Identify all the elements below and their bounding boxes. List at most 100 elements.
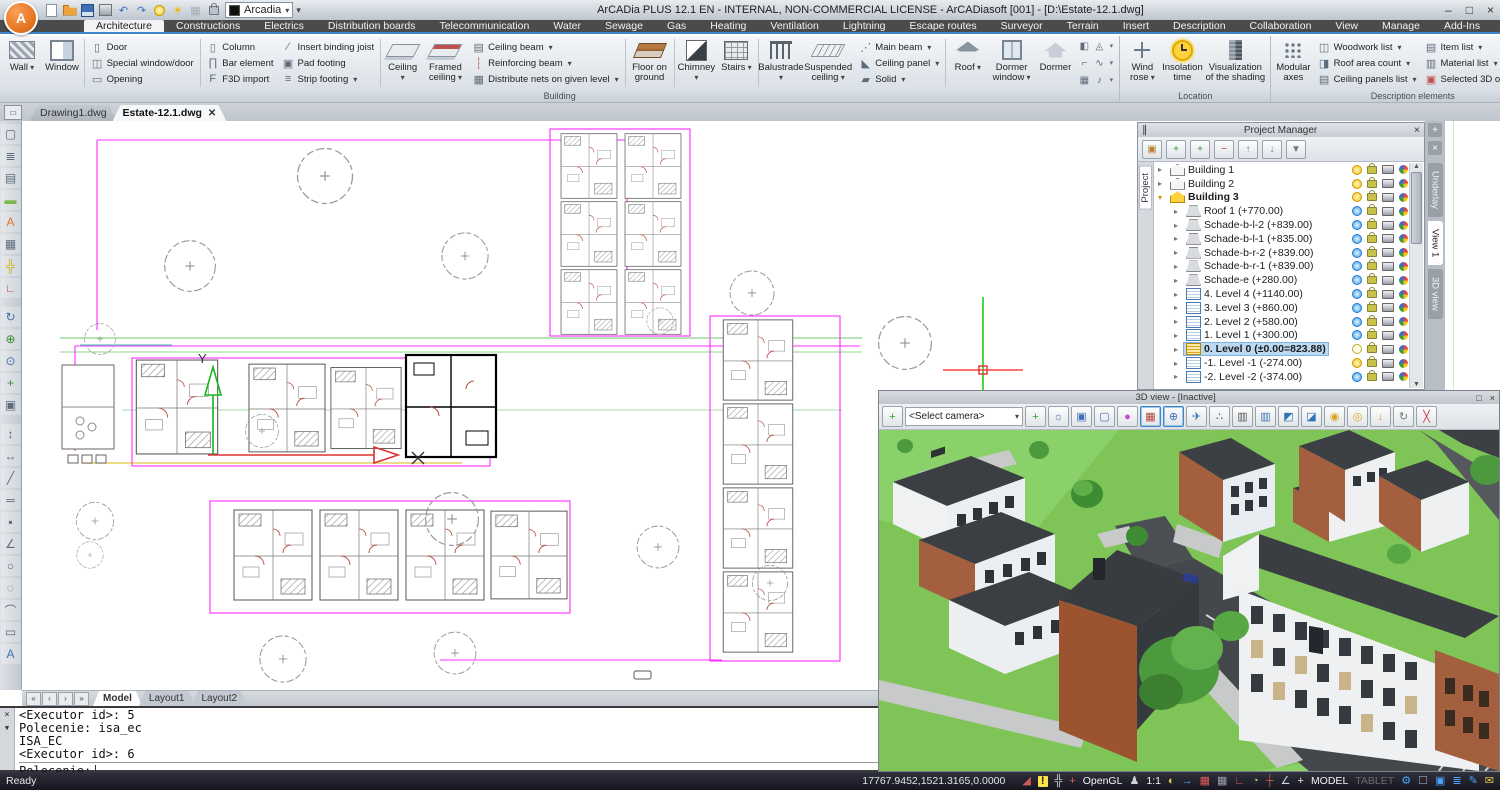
app-logo-icon[interactable]: A	[4, 1, 38, 35]
restore-button[interactable]: □	[1466, 3, 1473, 17]
tree-row[interactable]: Schade-e (+280.00)	[1154, 273, 1424, 287]
double-line-icon[interactable]: ═	[1, 490, 21, 510]
axes-button[interactable]: ╳	[1416, 406, 1437, 427]
close-view-button[interactable]: ×	[1428, 141, 1442, 155]
print-icon[interactable]	[1382, 248, 1394, 257]
roof-window-button[interactable]: ◧	[1077, 38, 1091, 54]
lock-icon[interactable]	[1367, 235, 1377, 243]
print-icon[interactable]	[1382, 262, 1394, 271]
color-palette-icon[interactable]	[1399, 290, 1408, 299]
ribbon-tab[interactable]: Telecommunication	[427, 20, 541, 32]
transform-left-button[interactable]: ◩	[1278, 406, 1299, 427]
expander-icon[interactable]	[1174, 317, 1184, 326]
visibility-bulb-icon[interactable]	[1352, 344, 1362, 354]
distribute-nets-button[interactable]: ▦Distribute nets on given level	[470, 71, 620, 87]
color-palette-icon[interactable]	[1399, 262, 1408, 271]
add-building-button[interactable]: +	[1166, 140, 1186, 159]
ribbon-tab[interactable]: Sewage	[593, 20, 655, 32]
close-command-icon[interactable]: ×	[4, 710, 9, 720]
render-mode-button[interactable]: ▦	[188, 3, 203, 17]
expander-icon[interactable]	[1174, 331, 1184, 340]
visibility-bulb-icon[interactable]	[1352, 289, 1362, 299]
print-icon[interactable]	[1382, 290, 1394, 299]
ribbon-tab[interactable]: Terrain	[1055, 20, 1111, 32]
print-icon[interactable]	[1382, 234, 1394, 243]
lock-icon[interactable]	[1367, 304, 1377, 312]
window-button[interactable]: Window	[42, 37, 82, 89]
line-icon[interactable]: ╱	[1, 468, 21, 488]
scale-label[interactable]: 1:1	[1146, 775, 1161, 787]
visibility-bulb-icon[interactable]	[1352, 303, 1362, 313]
ribbon-tab[interactable]: Heating	[698, 20, 758, 32]
last-layout-button[interactable]: »	[74, 692, 89, 706]
standby-icon[interactable]: ☐	[1418, 776, 1428, 787]
view-3d-icon[interactable]: ▣	[1, 395, 21, 415]
element-selection-button[interactable]: ▣	[1142, 140, 1162, 159]
circle-icon[interactable]: ○	[1, 556, 21, 576]
roof-slope-button[interactable]: ◬	[1092, 38, 1106, 54]
dimension-vertical-icon[interactable]: ↕	[1, 424, 21, 444]
lock-icon[interactable]	[1367, 207, 1377, 215]
dormer-button[interactable]: Dormer	[1035, 37, 1075, 89]
lock-icon[interactable]	[1367, 262, 1377, 270]
materials-button[interactable]: ▦	[1140, 406, 1161, 427]
print-icon[interactable]	[1382, 179, 1394, 188]
color-palette-icon[interactable]	[1399, 221, 1408, 230]
add-camera-button[interactable]: +	[1025, 406, 1046, 427]
print-icon[interactable]	[1382, 193, 1394, 202]
print-icon[interactable]	[1382, 276, 1394, 285]
model-tab[interactable]: Model	[93, 691, 142, 706]
visibility-bulb-icon[interactable]	[1352, 192, 1362, 202]
close-panel-icon[interactable]: ×	[1414, 124, 1420, 136]
visibility-bulb-icon[interactable]	[1352, 358, 1362, 368]
ribbon-tab[interactable]: Manage	[1370, 20, 1432, 32]
tree-row[interactable]: -1. Level -1 (-274.00)	[1154, 356, 1424, 370]
visibility-bulb-icon[interactable]	[1352, 248, 1362, 258]
refresh-view-icon[interactable]: ↻	[1, 307, 21, 327]
lock-icon[interactable]	[1367, 331, 1377, 339]
grid-gray-icon[interactable]: ▦	[1217, 776, 1227, 787]
grid-red-icon[interactable]: ▦	[1200, 776, 1210, 787]
walk-button[interactable]: ∴	[1209, 406, 1230, 427]
color-palette-icon[interactable]	[1399, 165, 1408, 174]
restore-document-icon[interactable]: ▭	[4, 105, 22, 120]
shading-visualization-button[interactable]: Visualization of the shading	[1202, 37, 1268, 89]
gutter-button[interactable]: ⌐	[1077, 55, 1091, 71]
expander-icon[interactable]	[1158, 193, 1168, 202]
model-label[interactable]: MODEL	[1311, 775, 1348, 787]
opengl-label[interactable]: OpenGL	[1083, 775, 1123, 787]
visibility-bulb-icon[interactable]	[1352, 234, 1362, 244]
new-camera-button[interactable]: +	[882, 406, 903, 427]
ortho-icon[interactable]: ∟	[1234, 776, 1245, 787]
color-palette-icon[interactable]	[1399, 345, 1408, 354]
lock-icon[interactable]	[1367, 166, 1377, 174]
project-status-icon[interactable]: ▤	[1, 168, 21, 188]
ceiling-panel-button[interactable]: ◣Ceiling panel	[857, 55, 941, 71]
close-3d-icon[interactable]: ×	[1490, 393, 1495, 403]
windows-icon[interactable]: ≣	[1452, 776, 1461, 787]
lock-icon[interactable]	[1367, 290, 1377, 298]
wall-button[interactable]: Wall	[2, 37, 42, 89]
light-toggle-button[interactable]	[152, 3, 167, 17]
open-file-button[interactable]	[62, 3, 77, 17]
color-palette-icon[interactable]	[1399, 276, 1408, 285]
main-beam-button[interactable]: ⋰Main beam	[857, 39, 941, 55]
strip-footing-button[interactable]: ≡Strip footing	[280, 71, 377, 87]
close-document-icon[interactable]: ✕	[208, 108, 216, 119]
new-file-button[interactable]	[44, 3, 59, 17]
visibility-bulb-icon[interactable]	[1352, 220, 1362, 230]
floor-on-ground-button[interactable]: Floor on ground	[627, 37, 672, 89]
snap-icon[interactable]: ╬	[1, 256, 21, 276]
visibility-bulb-icon[interactable]	[1352, 261, 1362, 271]
wind-rose-button[interactable]: Wind rose	[1122, 37, 1162, 89]
balustrade-button[interactable]: Balustrade	[761, 37, 801, 89]
expander-icon[interactable]	[1174, 303, 1184, 312]
add-level-button[interactable]: +	[1190, 140, 1210, 159]
expander-icon[interactable]	[1158, 165, 1168, 174]
print-icon[interactable]	[1382, 221, 1394, 230]
plot-button[interactable]	[98, 3, 113, 17]
color-palette-icon[interactable]	[1399, 317, 1408, 326]
selected-3d-objects-list-button[interactable]: ▣Selected 3D objects list	[1423, 71, 1500, 87]
color-palette-icon[interactable]	[1399, 193, 1408, 202]
grid-icon[interactable]: ▦	[1, 234, 21, 254]
